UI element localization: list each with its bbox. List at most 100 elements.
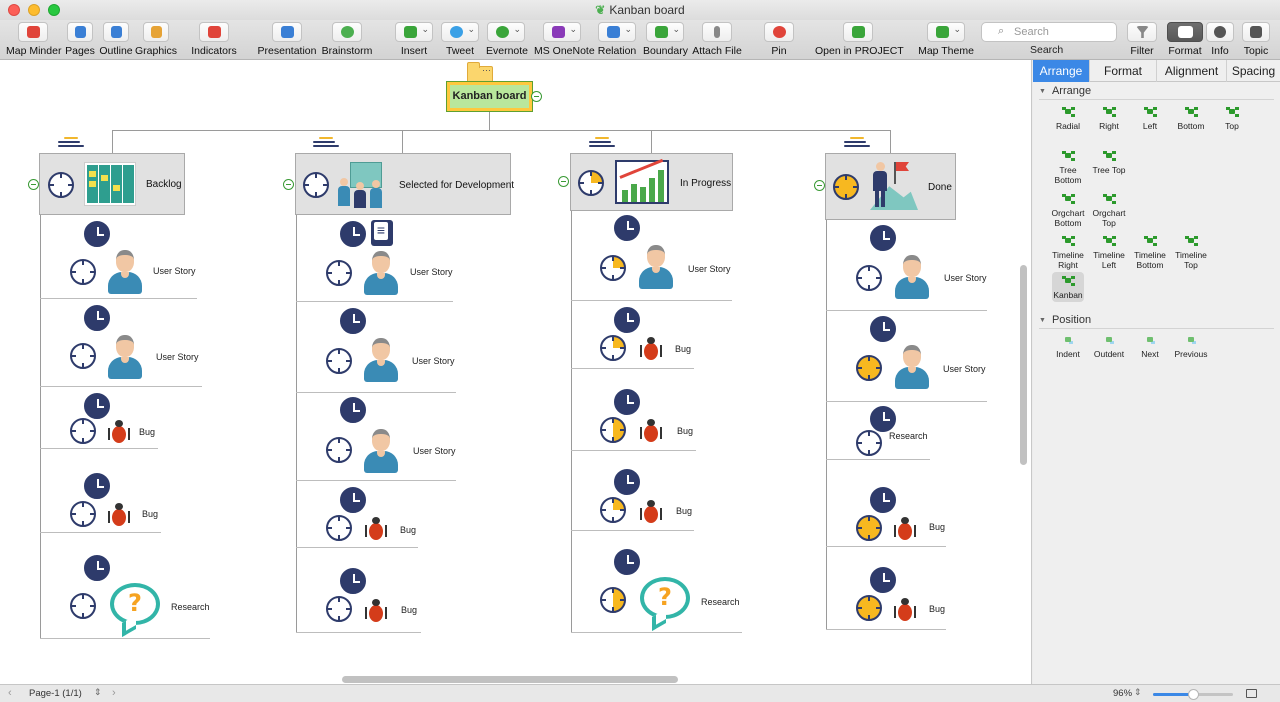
layout-top[interactable]: Top	[1212, 106, 1252, 131]
open-in-project-button[interactable]: Open in PROJECT	[815, 22, 904, 58]
layout-tree-bottom[interactable]: Tree Bottom	[1048, 150, 1088, 185]
card-bug[interactable]: Bug	[40, 387, 158, 449]
previous-page-icon[interactable]: ‹	[8, 687, 12, 699]
column-collapse-button[interactable]	[558, 176, 569, 187]
next-page-icon[interactable]: ›	[112, 687, 116, 699]
info-button[interactable]: Info	[1206, 22, 1234, 58]
column-header-selected[interactable]: Selected for Development	[295, 153, 514, 215]
zoom-slider-fill	[1153, 693, 1193, 696]
root-collapse-button[interactable]	[531, 91, 542, 102]
search-input[interactable]: ⌕ Search	[981, 22, 1117, 42]
layout-radial[interactable]: Radial	[1048, 106, 1088, 131]
tab-spacing[interactable]: Spacing	[1227, 60, 1280, 82]
fit-page-icon[interactable]	[1246, 689, 1257, 698]
card-bug[interactable]: Bug	[296, 481, 418, 548]
pages-button[interactable]: Pages	[64, 22, 96, 58]
card-bug[interactable]: Bug	[571, 369, 696, 451]
column-header-done[interactable]: Done	[825, 153, 956, 220]
page-indicator[interactable]: Page-1 (1/1)	[29, 688, 82, 699]
page-dropdown-icon[interactable]: ⇕	[94, 687, 102, 698]
column-header-progress[interactable]: In Progress	[570, 153, 733, 211]
boundary-button[interactable]: Boundary	[643, 22, 688, 58]
layout-right[interactable]: Right	[1089, 106, 1129, 131]
card-user-story[interactable]: User Story	[296, 215, 453, 302]
card-user-story[interactable]: User Story	[571, 211, 732, 301]
layout-left[interactable]: Left	[1130, 106, 1170, 131]
bug-icon	[640, 335, 662, 361]
card-user-story[interactable]: User Story	[826, 311, 987, 402]
card-bug[interactable]: Bug	[296, 548, 421, 633]
pin-button[interactable]: Pin	[764, 22, 794, 58]
zoom-slider-knob[interactable]	[1188, 689, 1199, 700]
brainstorm-button[interactable]: Brainstorm	[320, 22, 374, 58]
attach-file-button[interactable]: Attach File	[692, 22, 742, 58]
timeline-left-layout-icon	[1102, 235, 1116, 247]
zoom-slider[interactable]	[1153, 689, 1233, 700]
evernote-button[interactable]: Evernote	[486, 22, 528, 58]
presentation-button[interactable]: Presentation	[256, 22, 318, 58]
column-collapse-button[interactable]	[283, 179, 294, 190]
card-bug[interactable]: Bug	[826, 460, 946, 547]
card-research[interactable]: ? Research	[40, 533, 210, 639]
tweet-button[interactable]: Tweet	[440, 22, 480, 58]
arrange-section-header[interactable]: Arrange	[1039, 85, 1091, 97]
layout-bottom[interactable]: Bottom	[1171, 106, 1211, 131]
map-theme-button[interactable]: Map Theme	[918, 22, 974, 58]
clock-icon	[578, 170, 604, 196]
card-bug[interactable]: Bug	[826, 547, 946, 630]
insert-button[interactable]: Insert	[394, 22, 434, 58]
zoom-dropdown-icon[interactable]: ⇕	[1134, 687, 1142, 698]
root-topic[interactable]: Kanban board	[447, 82, 532, 111]
filter-button[interactable]: Filter	[1126, 22, 1158, 58]
layout-timeline-bottom[interactable]: Timeline Bottom	[1130, 235, 1170, 270]
layout-timeline-right[interactable]: Timeline Right	[1048, 235, 1088, 270]
notes-icon[interactable]	[58, 137, 84, 149]
mind-map-canvas[interactable]: Kanban board Backlog	[0, 60, 1032, 684]
topic-button[interactable]: Topic	[1240, 22, 1272, 58]
card-research[interactable]: Research	[826, 402, 930, 460]
relation-button[interactable]: Relation	[597, 22, 637, 58]
card-research[interactable]: ? Research	[571, 531, 742, 633]
card-label: Bug	[401, 605, 418, 615]
tab-arrange[interactable]: Arrange	[1033, 60, 1090, 82]
notes-icon[interactable]	[313, 137, 339, 149]
card-user-story[interactable]: User Story	[826, 220, 987, 311]
layout-orgchart-top[interactable]: Orgchart Top	[1089, 193, 1129, 228]
vertical-scrollbar[interactable]	[1020, 265, 1027, 465]
card-bug[interactable]: Bug	[571, 451, 694, 531]
zoom-level[interactable]: 96%	[1113, 688, 1132, 699]
tab-alignment[interactable]: Alignment	[1157, 60, 1227, 82]
indicators-button[interactable]: Indicators	[190, 22, 238, 58]
position-section-header[interactable]: Position	[1039, 314, 1091, 326]
column-header-backlog[interactable]: Backlog	[39, 153, 185, 215]
card-bug[interactable]: Bug	[40, 449, 161, 533]
position-indent[interactable]: Indent	[1048, 334, 1088, 359]
card-bug[interactable]: Bug	[571, 301, 694, 369]
column-collapse-button[interactable]	[814, 180, 825, 191]
tab-format[interactable]: Format	[1090, 60, 1157, 82]
card-user-story[interactable]: User Story	[296, 393, 456, 481]
notes-icon[interactable]	[589, 137, 615, 149]
card-user-story[interactable]: User Story	[296, 302, 456, 393]
layout-kanban[interactable]: Kanban	[1052, 272, 1084, 302]
clock-icon	[614, 469, 640, 495]
layout-tree-top[interactable]: Tree Top	[1089, 150, 1129, 175]
layout-timeline-top[interactable]: Timeline Top	[1171, 235, 1211, 270]
column-collapse-button[interactable]	[28, 179, 39, 190]
outline-button[interactable]: Outline	[98, 22, 134, 58]
onenote-button[interactable]: MS OneNote	[534, 22, 595, 58]
layout-timeline-left[interactable]: Timeline Left	[1089, 235, 1129, 270]
position-next[interactable]: Next	[1130, 334, 1170, 359]
clock-icon	[48, 172, 74, 198]
graphics-button[interactable]: Graphics	[134, 22, 178, 58]
card-user-story[interactable]: User Story	[40, 299, 202, 387]
position-previous[interactable]: Previous	[1171, 334, 1211, 359]
position-outdent[interactable]: Outdent	[1089, 334, 1129, 359]
map-minder-button[interactable]: Map Minder	[6, 22, 61, 58]
format-button[interactable]: Format	[1167, 22, 1203, 58]
card-user-story[interactable]: User Story	[40, 215, 197, 299]
horizontal-scrollbar[interactable]	[342, 676, 678, 683]
notes-icon[interactable]	[844, 137, 870, 149]
layout-orgchart-bottom[interactable]: Orgchart Bottom	[1048, 193, 1088, 228]
boundary-label: Boundary	[643, 45, 688, 57]
